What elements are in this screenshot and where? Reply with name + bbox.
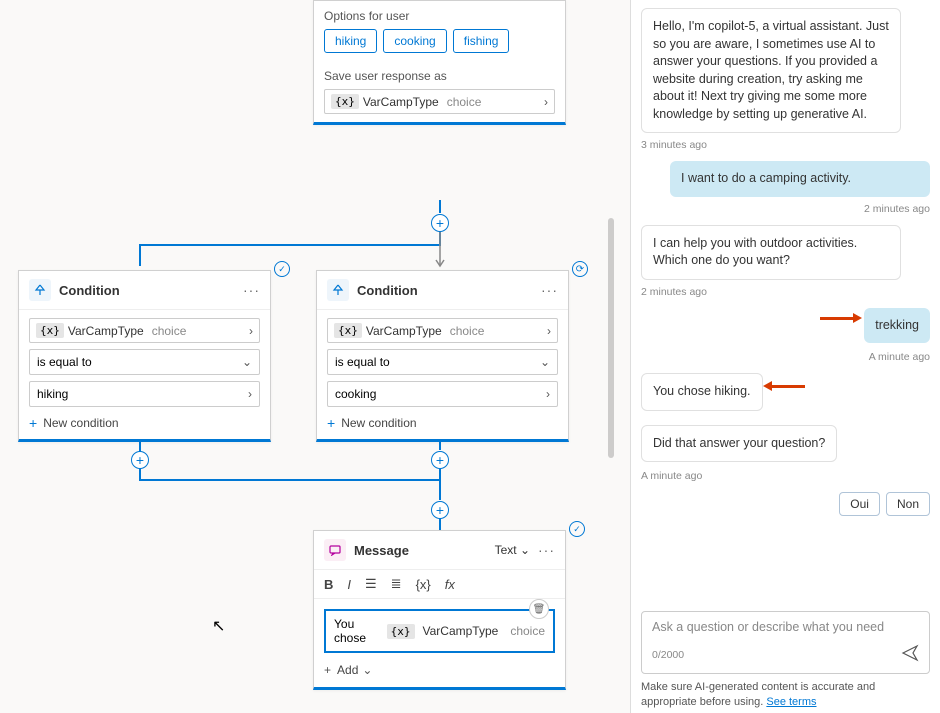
format-toolbar: B I ☰ ≣ {x} fx — [314, 570, 565, 599]
more-menu-button[interactable]: ··· — [243, 282, 260, 298]
chip-cooking[interactable]: cooking — [383, 29, 446, 53]
condition-icon — [327, 279, 349, 301]
timestamp: 2 minutes ago — [641, 203, 930, 215]
chat-input[interactable]: Ask a question or describe what you need… — [641, 611, 930, 674]
quick-reply-oui[interactable]: Oui — [839, 492, 880, 516]
bullets-button[interactable]: ☰ — [365, 576, 377, 592]
operator-dropdown[interactable]: is equal to ⌄ — [29, 349, 260, 375]
send-button[interactable] — [901, 644, 919, 665]
chevron-down-icon: ⌄ — [242, 355, 252, 369]
message-editor[interactable]: 🗑 You chose {x} VarCampType choice — [324, 609, 555, 653]
plus-icon: + — [29, 415, 37, 431]
add-button[interactable]: + Add ⌄ — [324, 663, 555, 677]
user-message: I want to do a camping activity. — [670, 161, 930, 197]
bot-message: You chose hiking. — [641, 373, 763, 411]
condition-card-1: Condition ··· {x} VarCampType choice › i… — [18, 270, 271, 442]
timestamp: 2 minutes ago — [641, 286, 930, 298]
status-check-icon — [274, 261, 290, 277]
fx-button[interactable]: fx — [445, 577, 455, 592]
terms-link[interactable]: See terms — [766, 696, 816, 708]
callout-arrow-icon — [771, 385, 805, 388]
status-check-icon — [569, 521, 585, 537]
new-condition-button[interactable]: + New condition — [327, 415, 558, 431]
add-node-button[interactable]: + — [131, 451, 149, 469]
chevron-right-icon: › — [249, 324, 253, 338]
chevron-down-icon: ⌄ — [362, 663, 372, 677]
condition-title: Condition — [357, 283, 418, 298]
chevron-right-icon: › — [544, 95, 548, 109]
canvas[interactable]: Options for user hiking cooking fishing … — [0, 0, 630, 713]
variable-insert-button[interactable]: {x} — [416, 577, 431, 592]
add-node-button[interactable]: + — [431, 501, 449, 519]
chip-hiking[interactable]: hiking — [324, 29, 377, 53]
footer-text: Make sure AI-generated content is accura… — [641, 680, 930, 709]
message-title: Message — [354, 543, 409, 558]
condition-card-2: Condition ··· {x} VarCampType choice › i… — [316, 270, 569, 442]
bot-message: Did that answer your question? — [641, 425, 837, 463]
bot-message: Hello, I'm copilot-5, a virtual assistan… — [641, 8, 901, 133]
condition-title: Condition — [59, 283, 120, 298]
options-card: Options for user hiking cooking fishing … — [313, 0, 566, 125]
chevron-down-icon: ⌄ — [540, 355, 550, 369]
more-menu-button[interactable]: ··· — [541, 282, 558, 298]
cursor-icon: ↖ — [212, 616, 225, 636]
message-icon — [324, 539, 346, 561]
user-message: trekking — [864, 308, 930, 344]
more-menu-button[interactable]: ··· — [538, 542, 555, 558]
condition-variable-picker[interactable]: {x} VarCampType choice › — [327, 318, 558, 343]
save-variable-picker[interactable]: {x} VarCampType choice › — [324, 89, 555, 114]
chat-input-placeholder: Ask a question or describe what you need — [652, 620, 919, 634]
value-dropdown[interactable]: cooking › — [327, 381, 558, 407]
timestamp: 3 minutes ago — [641, 139, 930, 151]
status-pending-icon — [572, 261, 588, 277]
plus-icon: + — [324, 663, 331, 677]
chevron-right-icon: › — [547, 324, 551, 338]
operator-dropdown[interactable]: is equal to ⌄ — [327, 349, 558, 375]
chip-fishing[interactable]: fishing — [453, 29, 510, 53]
test-chat-panel: Hello, I'm copilot-5, a virtual assistan… — [630, 0, 940, 713]
value-dropdown[interactable]: hiking › — [29, 381, 260, 407]
mode-dropdown[interactable]: Text ⌄ — [495, 543, 530, 557]
italic-button[interactable]: I — [347, 577, 351, 592]
scrollbar[interactable] — [608, 218, 614, 458]
plus-icon: + — [327, 415, 335, 431]
timestamp: A minute ago — [641, 351, 930, 363]
variable-icon: {x} — [331, 94, 359, 109]
quick-reply-non[interactable]: Non — [886, 492, 930, 516]
add-node-button[interactable]: + — [431, 451, 449, 469]
condition-icon — [29, 279, 51, 301]
message-card: Message Text ⌄ ··· B I ☰ ≣ {x} fx 🗑 You … — [313, 530, 566, 690]
bold-button[interactable]: B — [324, 577, 333, 592]
bot-message: I can help you with outdoor activities. … — [641, 225, 901, 280]
options-label: Options for user — [324, 9, 555, 23]
chevron-right-icon: › — [248, 387, 252, 401]
chevron-right-icon: › — [546, 387, 550, 401]
numbered-button[interactable]: ≣ — [391, 576, 402, 592]
timestamp: A minute ago — [641, 470, 930, 482]
char-count: 0/2000 — [652, 649, 684, 661]
save-response-label: Save user response as — [324, 69, 555, 83]
new-condition-button[interactable]: + New condition — [29, 415, 260, 431]
callout-arrow-icon — [820, 317, 854, 320]
condition-variable-picker[interactable]: {x} VarCampType choice › — [29, 318, 260, 343]
add-node-button[interactable]: + — [431, 214, 449, 232]
delete-button[interactable]: 🗑 — [529, 599, 549, 619]
